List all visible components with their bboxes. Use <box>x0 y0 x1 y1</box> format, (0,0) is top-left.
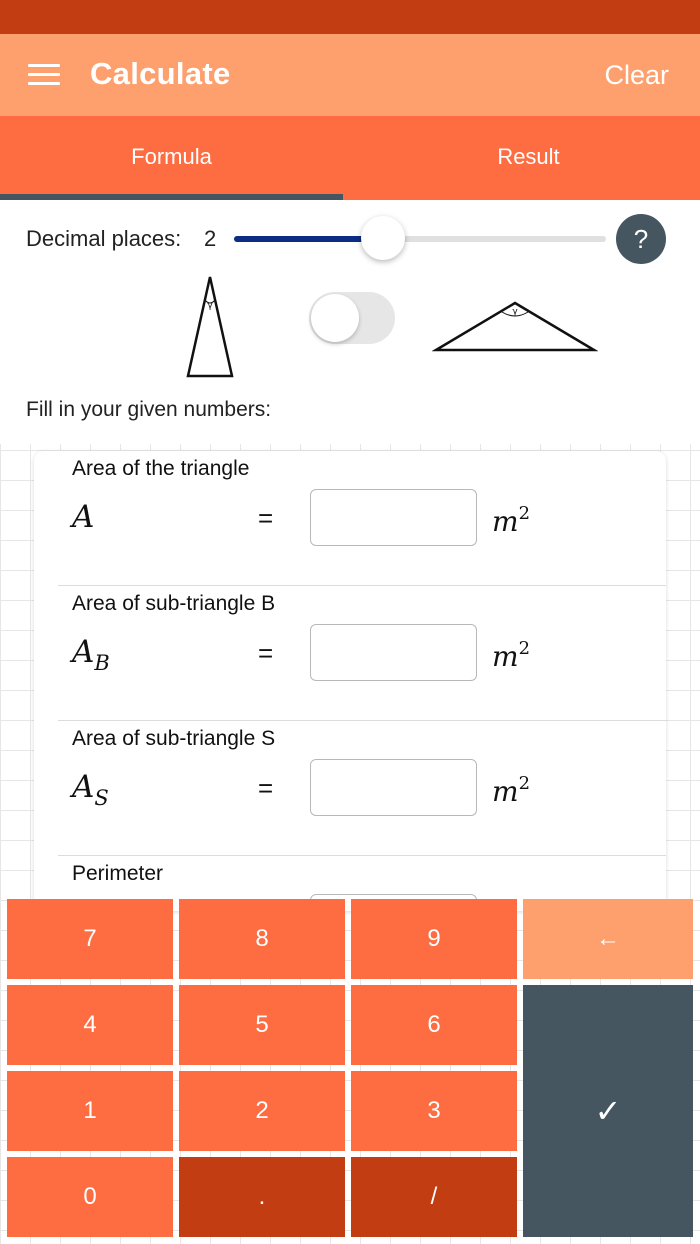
field-title: Area of sub-triangle B <box>72 592 276 615</box>
equals-sign: = <box>258 503 274 533</box>
key-0[interactable]: 0 <box>7 1157 173 1237</box>
unit-label: m2 <box>492 638 531 673</box>
key-4[interactable]: 4 <box>7 985 173 1065</box>
decimal-places-slider[interactable] <box>234 216 606 260</box>
narrow-triangle-icon[interactable]: γ <box>184 274 236 380</box>
input-card: Area of the triangle A = m2 Area of sub-… <box>34 451 666 911</box>
field-variable: AS <box>72 769 109 810</box>
settings-panel: Decimal places: 2 ? γ γ Fill in your giv… <box>0 200 700 444</box>
tab-formula[interactable]: Formula <box>0 116 343 200</box>
field-variable: A <box>72 499 95 535</box>
field-title: Area of sub-triangle S <box>72 727 276 750</box>
tab-bar: Formula Result <box>0 116 700 200</box>
status-bar <box>0 0 700 34</box>
triangle-type-toggle[interactable] <box>309 292 395 344</box>
page-title: Calculate <box>90 56 231 91</box>
equals-sign: = <box>258 638 274 668</box>
key-3[interactable]: 3 <box>351 1071 517 1151</box>
decimal-point-key[interactable]: . <box>179 1157 345 1237</box>
gamma-label: γ <box>207 301 213 311</box>
area-b-input[interactable] <box>310 624 477 681</box>
field-area-s: Area of sub-triangle S AS = m2 <box>34 721 666 856</box>
hamburger-menu-icon[interactable] <box>28 64 60 86</box>
slider-thumb[interactable] <box>360 216 405 260</box>
app-bar: Calculate Clear <box>0 34 700 116</box>
key-6[interactable]: 6 <box>351 985 517 1065</box>
key-7[interactable]: 7 <box>7 899 173 979</box>
tab-result[interactable]: Result <box>357 116 700 200</box>
backspace-icon: ← <box>596 925 620 952</box>
equals-sign: = <box>258 773 274 803</box>
fill-in-label: Fill in your given numbers: <box>26 398 272 421</box>
numeric-keypad: 7 8 9 ← 4 5 6 1 2 3 0 . / ✓ <box>0 896 700 1244</box>
key-5[interactable]: 5 <box>179 985 345 1065</box>
field-title: Perimeter <box>72 862 164 885</box>
key-9[interactable]: 9 <box>351 899 517 979</box>
unit-label: m2 <box>492 773 531 808</box>
area-input[interactable] <box>310 489 477 546</box>
decimal-places-value: 2 <box>204 226 217 251</box>
gamma-label: γ <box>512 307 518 317</box>
key-8[interactable]: 8 <box>179 899 345 979</box>
wide-triangle-icon[interactable]: γ <box>432 300 598 354</box>
help-button[interactable]: ? <box>616 214 666 264</box>
key-1[interactable]: 1 <box>7 1071 173 1151</box>
unit-label: m2 <box>492 503 531 538</box>
field-area-b: Area of sub-triangle B AB = m2 <box>34 586 666 721</box>
fraction-key[interactable]: / <box>351 1157 517 1237</box>
key-2[interactable]: 2 <box>179 1071 345 1151</box>
checkmark-icon: ✓ <box>594 1093 622 1129</box>
field-area: Area of the triangle A = m2 <box>34 451 666 586</box>
backspace-key[interactable]: ← <box>523 899 693 979</box>
area-s-input[interactable] <box>310 759 477 816</box>
toggle-knob <box>311 294 359 342</box>
clear-button[interactable]: Clear <box>604 60 669 91</box>
field-variable: AB <box>72 634 110 675</box>
decimal-places-label: Decimal places: <box>26 226 182 251</box>
field-title: Area of the triangle <box>72 457 250 480</box>
enter-key[interactable]: ✓ <box>523 985 693 1237</box>
